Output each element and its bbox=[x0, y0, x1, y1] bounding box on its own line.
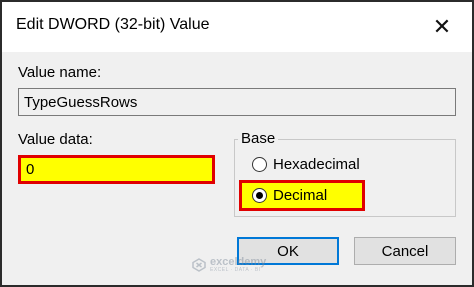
edit-dword-dialog: Edit DWORD (32-bit) Value ✕ Value name: … bbox=[0, 0, 474, 287]
value-name-label: Value name: bbox=[18, 64, 102, 81]
radio-button-selected[interactable] bbox=[252, 188, 267, 203]
exceldemy-logo-icon bbox=[192, 258, 206, 272]
cancel-button-label: Cancel bbox=[381, 242, 429, 260]
close-button[interactable]: ✕ bbox=[422, 8, 462, 46]
ok-button-label: OK bbox=[277, 242, 299, 260]
radio-decimal-label: Decimal bbox=[273, 187, 328, 204]
base-group-title: Base bbox=[238, 130, 279, 147]
radio-button-unselected[interactable] bbox=[252, 157, 267, 172]
cancel-button[interactable]: Cancel bbox=[354, 237, 456, 265]
watermark-name: exceldemy bbox=[210, 256, 267, 268]
dialog-title: Edit DWORD (32-bit) Value bbox=[16, 16, 210, 33]
watermark: exceldemy EXCEL · DATA · BI bbox=[192, 257, 266, 273]
radio-hexadecimal-label: Hexadecimal bbox=[273, 156, 360, 173]
close-icon: ✕ bbox=[432, 14, 452, 39]
radio-selected-dot bbox=[256, 192, 263, 199]
radio-decimal[interactable]: Decimal bbox=[252, 187, 327, 204]
value-data-text: 0 bbox=[26, 161, 35, 178]
radio-hexadecimal[interactable]: Hexadecimal bbox=[252, 156, 360, 173]
title-bar: Edit DWORD (32-bit) Value ✕ bbox=[2, 2, 472, 52]
watermark-tagline: EXCEL · DATA · BI bbox=[210, 267, 261, 273]
value-name-field[interactable]: TypeGuessRows bbox=[18, 88, 456, 116]
value-name-text: TypeGuessRows bbox=[24, 93, 138, 111]
value-data-label: Value data: bbox=[18, 131, 93, 148]
value-data-input[interactable]: 0 bbox=[18, 155, 215, 184]
